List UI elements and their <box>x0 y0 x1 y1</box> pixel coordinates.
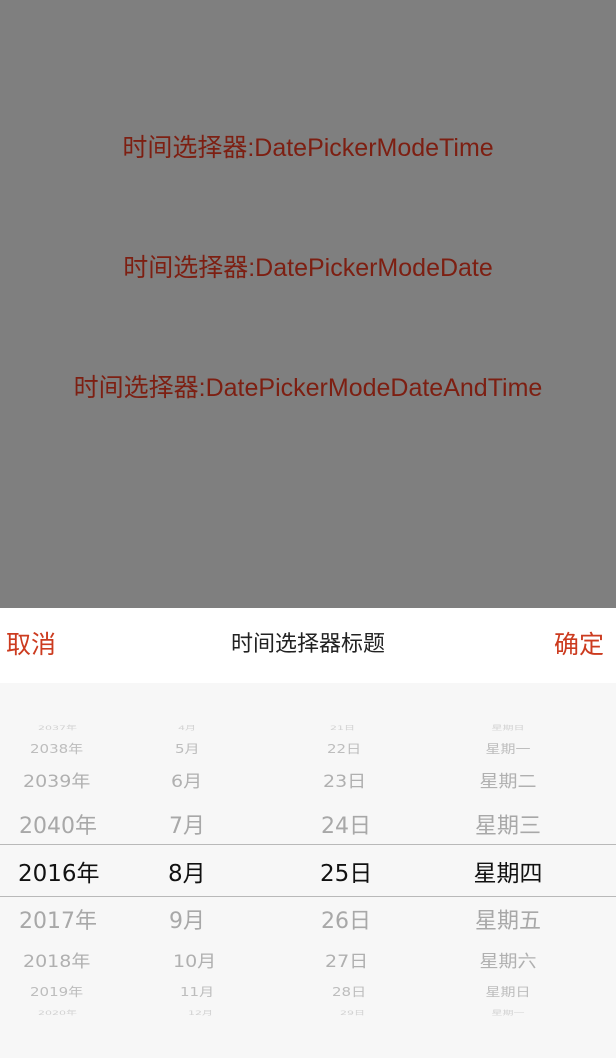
picker-title: 时间选择器标题 <box>230 632 385 657</box>
year-selected[interactable]: 2016年 <box>18 854 100 888</box>
dimmed-background[interactable]: 时间选择器:DatePickerModeTime 时间选择器:DatePicke… <box>0 0 616 608</box>
day-option[interactable]: 21日 <box>330 724 355 733</box>
month-option[interactable]: 4月 <box>178 724 196 733</box>
year-option[interactable]: 2019年 <box>30 983 83 1000</box>
month-option[interactable]: 7月 <box>169 808 205 840</box>
year-column[interactable]: 2037年 2038年 2039年 2040年 2016年 2017年 2018… <box>18 683 128 1058</box>
month-option[interactable]: 12月 <box>188 1009 213 1018</box>
weekday-option: 星期一 <box>485 741 531 757</box>
weekday-column: 星期日 星期一 星期二 星期三 星期四 星期五 星期六 星期日 星期一 <box>470 683 580 1058</box>
day-option[interactable]: 27日 <box>325 948 368 972</box>
weekday-option: 星期二 <box>479 771 537 792</box>
year-option[interactable]: 2020年 <box>38 1009 77 1018</box>
weekday-option: 星期三 <box>474 814 541 839</box>
month-option[interactable]: 10月 <box>173 948 216 972</box>
weekday-selected: 星期四 <box>473 861 543 887</box>
month-option[interactable]: 6月 <box>171 768 202 792</box>
weekday-option: 星期日 <box>485 984 531 1000</box>
weekday-option: 星期五 <box>474 909 541 934</box>
month-selected[interactable]: 8月 <box>168 854 206 888</box>
weekday-option: 星期一 <box>491 1009 525 1017</box>
weekday-option: 星期日 <box>491 724 525 732</box>
day-column[interactable]: 21日 22日 23日 24日 25日 26日 27日 28日 29日 <box>320 683 400 1058</box>
picker-sheet: 取消 时间选择器标题 确定 2037年 2038年 2039年 2040年 20… <box>0 608 616 1058</box>
day-option[interactable]: 22日 <box>327 740 361 757</box>
mode-time-link[interactable]: 时间选择器:DatePickerModeTime <box>0 132 616 164</box>
month-option[interactable]: 5月 <box>175 740 200 757</box>
day-option[interactable]: 24日 <box>321 808 371 840</box>
day-selected[interactable]: 25日 <box>320 854 372 888</box>
day-option[interactable]: 29日 <box>340 1009 365 1018</box>
day-option[interactable]: 26日 <box>321 903 371 935</box>
confirm-button[interactable]: 确定 <box>554 628 604 662</box>
year-option[interactable]: 2017年 <box>19 903 97 935</box>
day-option[interactable]: 23日 <box>323 768 366 792</box>
date-wheel: 2037年 2038年 2039年 2040年 2016年 2017年 2018… <box>0 683 616 1058</box>
year-option[interactable]: 2018年 <box>23 948 90 972</box>
weekday-option: 星期六 <box>479 951 537 972</box>
year-option[interactable]: 2038年 <box>30 740 83 757</box>
month-column[interactable]: 4月 5月 6月 7月 8月 9月 10月 11月 12月 <box>168 683 248 1058</box>
picker-toolbar: 取消 时间选择器标题 确定 <box>0 608 616 683</box>
year-option[interactable]: 2037年 <box>38 724 77 733</box>
year-option[interactable]: 2039年 <box>23 768 90 792</box>
month-option[interactable]: 11月 <box>180 983 214 1000</box>
month-option[interactable]: 9月 <box>169 903 205 935</box>
day-option[interactable]: 28日 <box>332 983 366 1000</box>
mode-date-link[interactable]: 时间选择器:DatePickerModeDate <box>0 252 616 284</box>
date-picker-screen: 时间选择器:DatePickerModeTime 时间选择器:DatePicke… <box>0 0 616 1058</box>
year-option[interactable]: 2040年 <box>19 808 97 840</box>
mode-date-and-time-link[interactable]: 时间选择器:DatePickerModeDateAndTime <box>0 372 616 404</box>
